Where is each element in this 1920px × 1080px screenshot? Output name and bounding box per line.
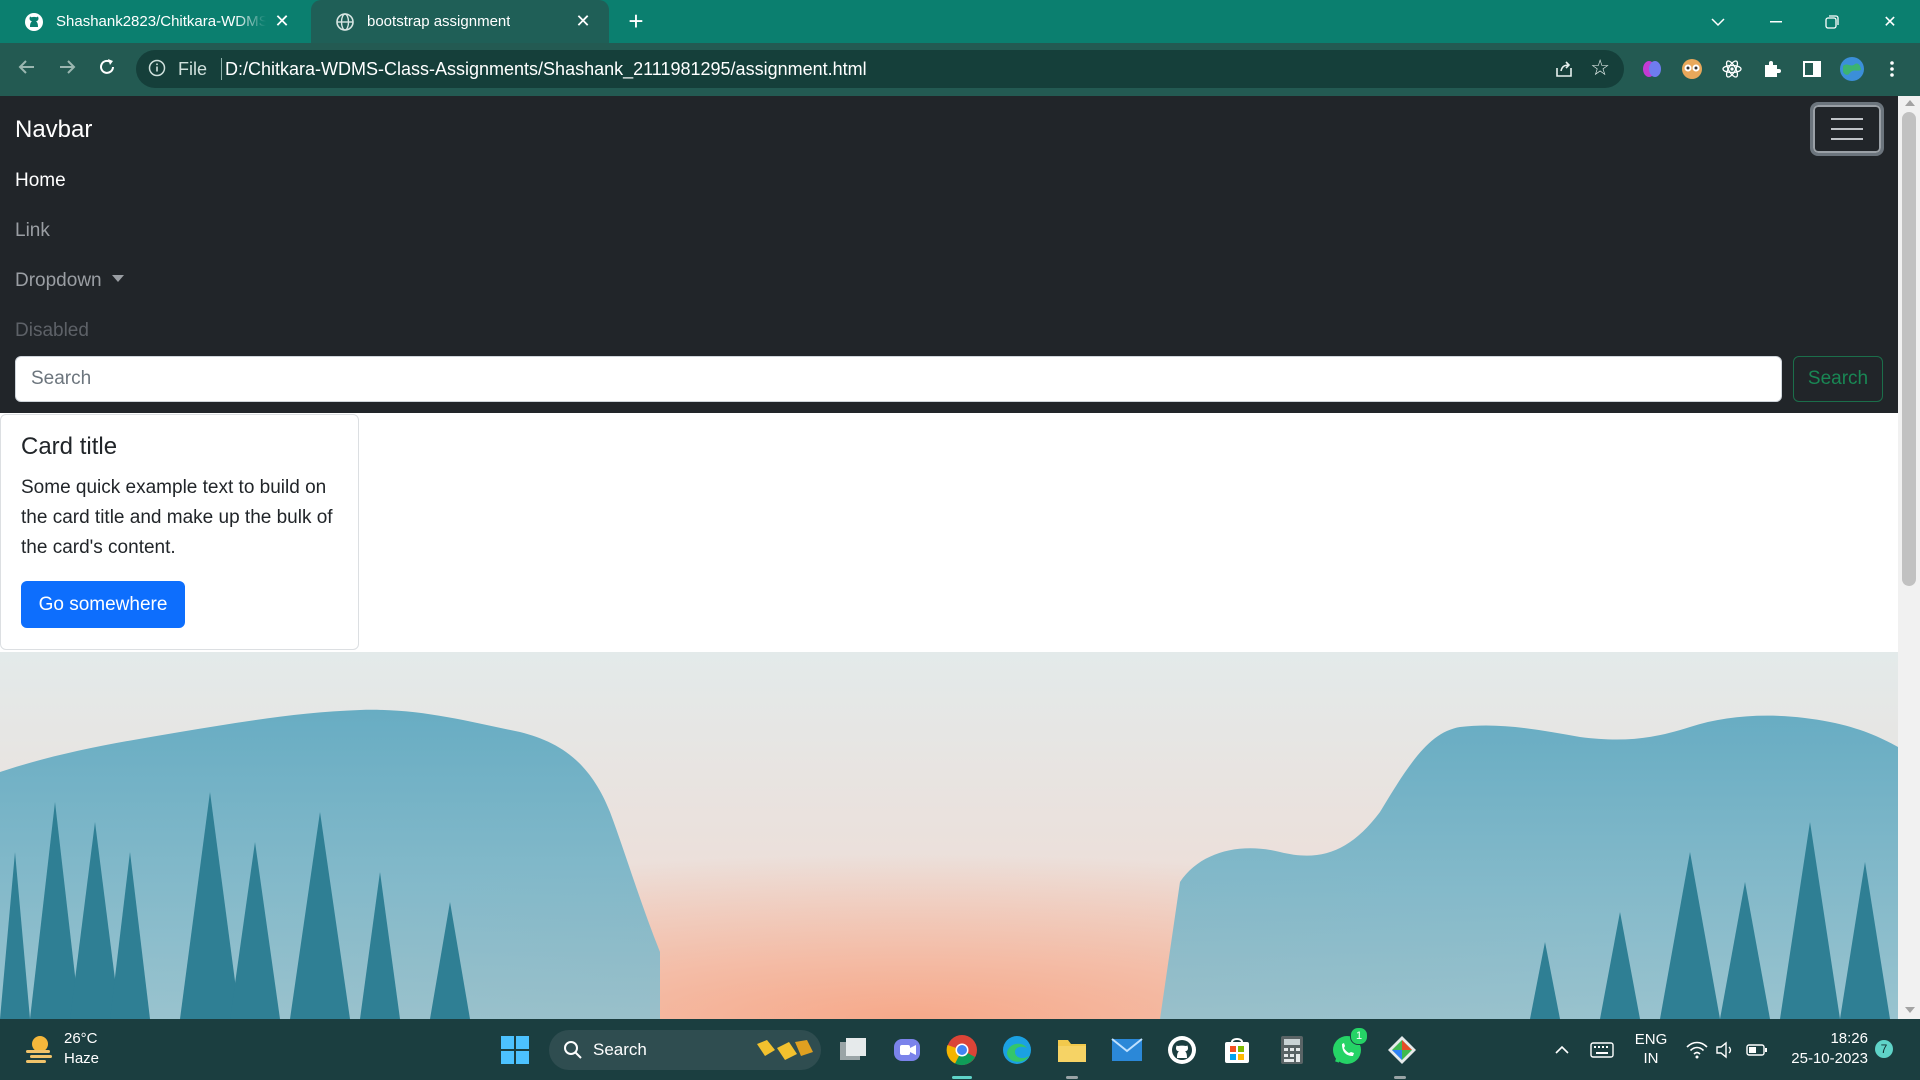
whatsapp-icon[interactable]: 1 (1330, 1027, 1368, 1067)
card-text: Some quick example text to build on the … (21, 477, 333, 558)
minimize-button[interactable] (1748, 0, 1804, 43)
weather-condition: Haze (64, 1050, 100, 1067)
hamburger-line (1831, 118, 1863, 120)
teams-chat-icon[interactable] (890, 1033, 924, 1067)
task-view-icon[interactable] (836, 1033, 870, 1067)
taskbar-search-label: Search (593, 1040, 647, 1059)
search-highlight-icon (755, 1036, 815, 1069)
active-app-indicator (952, 1076, 972, 1079)
tab-github[interactable]: Shashank2823/Chitkara-WDMS- ✕ (0, 0, 308, 43)
address-divider (221, 58, 222, 80)
tab-bootstrap-assignment[interactable]: bootstrap assignment ✕ (311, 0, 609, 43)
address-url[interactable]: D:/Chitkara-WDMS-Class-Assignments/Shash… (225, 59, 867, 80)
running-app-indicator (1066, 1076, 1078, 1079)
language-code[interactable]: ENG (1628, 1031, 1674, 1048)
search-icon (563, 1040, 583, 1065)
share-icon[interactable] (1554, 59, 1574, 79)
dropdown-label: Dropdown (15, 270, 102, 291)
info-icon[interactable] (148, 59, 168, 79)
mountain-landscape-image (0, 652, 1898, 1019)
hamburger-line (1831, 128, 1863, 130)
card-title: Card title (21, 433, 118, 460)
web-page: Navbar Home Link Dropdown Disabled Searc… (0, 96, 1898, 1019)
address-scheme-label: File (178, 59, 208, 79)
mail-icon[interactable] (1110, 1033, 1144, 1067)
navbar-brand[interactable]: Navbar (15, 116, 92, 144)
bookmark-star-icon[interactable]: ☆ (1590, 57, 1610, 79)
language-region[interactable]: IN (1628, 1050, 1674, 1067)
nav-link-link[interactable]: Link (15, 220, 50, 242)
navbar-search-input[interactable]: Search (15, 356, 1782, 402)
close-tab-icon[interactable]: ✕ (272, 11, 292, 31)
scroll-up-arrow-icon[interactable] (1905, 100, 1915, 106)
browser-toolbar: File D:/Chitkara-WDMS-Class-Assignments/… (0, 43, 1920, 96)
extension-brain-icon[interactable] (1638, 55, 1666, 83)
nav-link-dropdown[interactable]: Dropdown (15, 270, 124, 292)
react-devtools-icon[interactable] (1718, 55, 1746, 83)
profile-avatar-icon[interactable] (1838, 55, 1866, 83)
nav-link-home[interactable]: Home (15, 170, 66, 192)
calculator-icon[interactable] (1275, 1033, 1309, 1067)
browser-menu-kebab-icon[interactable] (1878, 55, 1906, 83)
scrollbar-thumb[interactable] (1902, 112, 1916, 586)
side-panel-icon[interactable] (1798, 55, 1826, 83)
microsoft-store-icon[interactable] (1220, 1033, 1254, 1067)
running-app-indicator (1394, 1076, 1406, 1079)
card: Card title Some quick example text to bu… (0, 414, 359, 650)
clock-time[interactable]: 18:26 (1784, 1030, 1868, 1047)
navbar-toggler-button[interactable] (1810, 102, 1884, 156)
chevron-up-icon[interactable] (1545, 1033, 1579, 1067)
windows-start-icon[interactable] (498, 1033, 532, 1067)
keyboard-icon[interactable] (1585, 1033, 1619, 1067)
github-desktop-icon[interactable] (1165, 1033, 1199, 1067)
file-explorer-icon[interactable] (1055, 1033, 1089, 1067)
weather-temperature: 26°C (64, 1030, 98, 1047)
edge-icon[interactable] (1000, 1033, 1034, 1067)
page-scrollbar[interactable] (1898, 96, 1920, 1019)
battery-icon[interactable] (1740, 1033, 1774, 1067)
tab-search-chevron-icon[interactable] (1690, 0, 1746, 43)
weather-haze-icon[interactable] (22, 1032, 56, 1066)
whatsapp-unread-badge: 1 (1350, 1027, 1368, 1045)
extension-owl-icon[interactable] (1678, 55, 1706, 83)
caret-down-icon (111, 275, 124, 283)
git-app-icon[interactable] (1385, 1033, 1419, 1067)
taskbar-search-box[interactable]: Search (549, 1030, 821, 1070)
extensions-puzzle-icon[interactable] (1758, 55, 1786, 83)
volume-icon[interactable] (1708, 1033, 1742, 1067)
back-arrow-icon[interactable] (12, 55, 42, 85)
notification-count-badge[interactable]: 7 (1875, 1040, 1893, 1058)
windows-taskbar: 26°C Haze Search 1 ENG IN 18:26 25-10-20… (0, 1019, 1920, 1080)
scroll-down-arrow-icon[interactable] (1905, 1007, 1915, 1013)
nav-link-disabled: Disabled (15, 320, 89, 341)
forward-arrow-icon[interactable] (52, 55, 82, 85)
new-tab-button[interactable]: + (622, 8, 650, 36)
reload-icon[interactable] (92, 55, 122, 85)
chrome-icon[interactable] (945, 1033, 979, 1067)
tab-label: bootstrap assignment (367, 13, 511, 30)
github-icon (24, 12, 44, 32)
browser-tab-strip: Shashank2823/Chitkara-WDMS- ✕ bootstrap … (0, 0, 1920, 43)
close-tab-icon[interactable]: ✕ (573, 11, 593, 31)
navbar-search-button[interactable]: Search (1793, 356, 1883, 402)
address-bar[interactable]: File D:/Chitkara-WDMS-Class-Assignments/… (136, 50, 1624, 88)
bootstrap-navbar: Navbar Home Link Dropdown Disabled Searc… (0, 96, 1898, 413)
clock-date[interactable]: 25-10-2023 (1784, 1050, 1868, 1067)
globe-icon (335, 12, 355, 32)
close-window-button[interactable]: ✕ (1862, 0, 1918, 43)
restore-button[interactable] (1804, 0, 1860, 43)
hamburger-line (1831, 138, 1863, 140)
go-somewhere-button[interactable]: Go somewhere (21, 581, 185, 628)
tab-label: Shashank2823/Chitkara-WDMS- (56, 13, 266, 30)
